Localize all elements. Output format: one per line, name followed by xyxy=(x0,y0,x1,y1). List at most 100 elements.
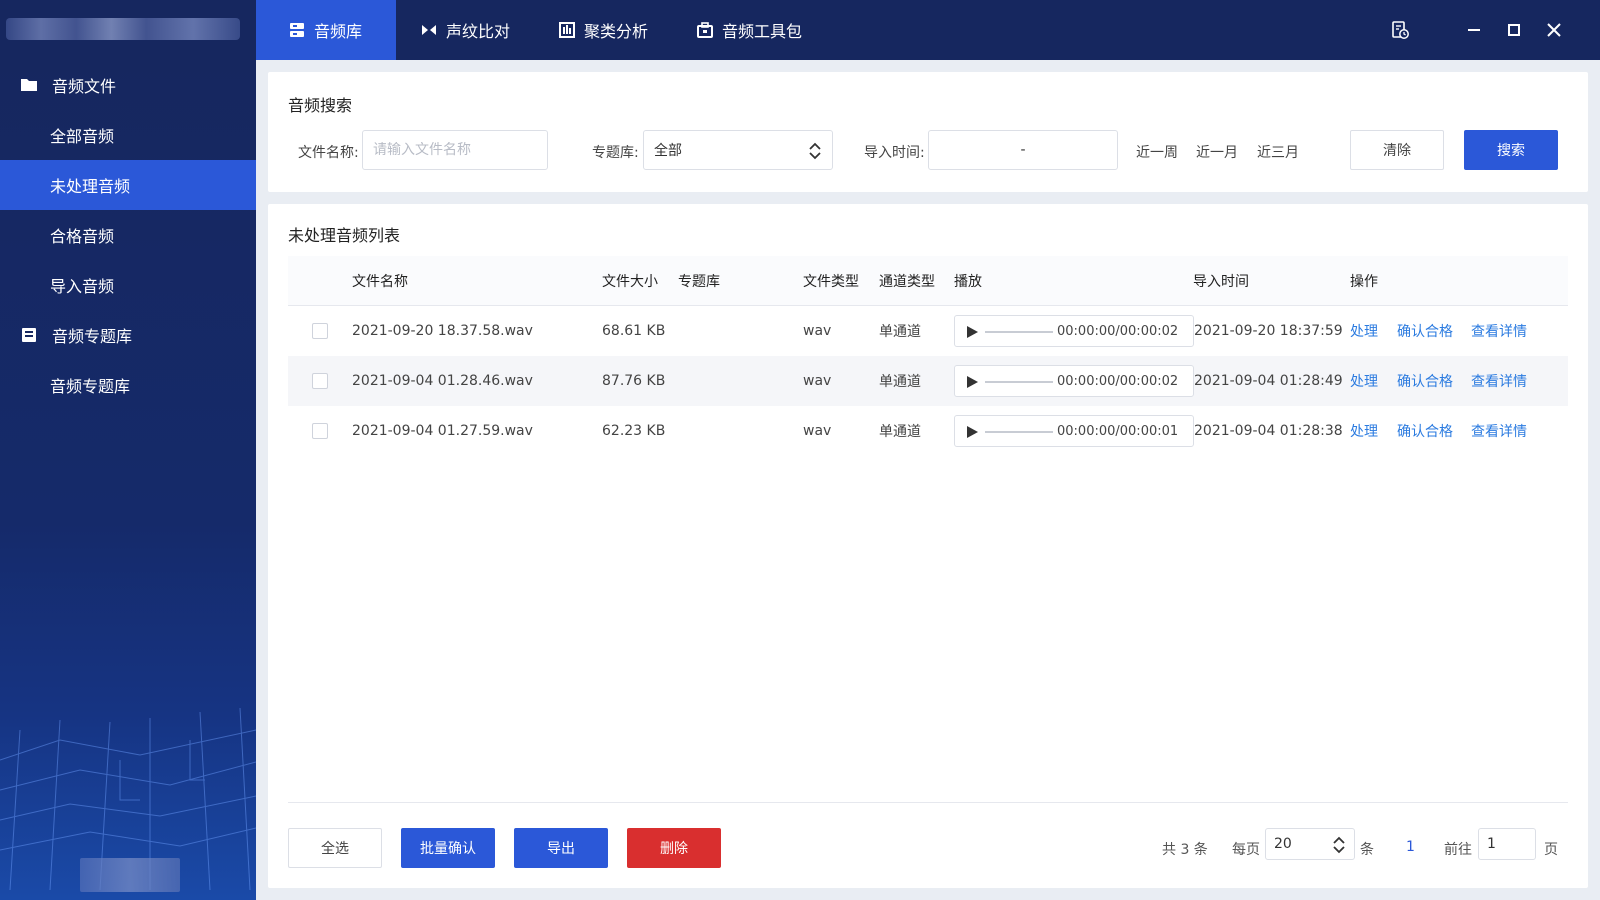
quick-last-month[interactable]: 近一月 xyxy=(1196,142,1238,162)
topic-label: 专题库: xyxy=(592,145,639,161)
row-filetype: wav xyxy=(803,373,832,389)
search-panel: 音频搜索 文件名称: 专题库: 全部 导入时间: - 近一周 近一月 近三月 清… xyxy=(268,72,1588,192)
nav-tab-audio-library[interactable]: 音频库 xyxy=(256,0,396,60)
table-row: 2021-09-04 01.28.46.wav 87.76 KB wav 单通道… xyxy=(288,356,1568,406)
pager-goto-unit: 页 xyxy=(1544,842,1558,858)
pager-per-page-unit: 条 xyxy=(1360,842,1374,858)
close-icon xyxy=(1547,23,1561,37)
clear-button[interactable]: 清除 xyxy=(1350,130,1444,170)
import-time-label: 导入时间: xyxy=(864,145,925,161)
footer-divider xyxy=(288,802,1568,803)
maximize-button[interactable] xyxy=(1494,0,1534,60)
sidebar-item-qualified-audio[interactable]: 合格音频 xyxy=(0,210,256,260)
search-panel-title: 音频搜索 xyxy=(288,96,353,115)
row-filesize: 87.76 KB xyxy=(602,373,666,389)
process-link[interactable]: 处理 xyxy=(1350,306,1378,356)
import-date-range[interactable]: - xyxy=(928,130,1118,170)
table-row: 2021-09-04 01.27.59.wav 62.23 KB wav 单通道… xyxy=(288,406,1568,456)
audio-player: 00:00:00/00:00:01 xyxy=(954,415,1194,447)
filename-field[interactable] xyxy=(362,130,548,170)
confirm-qualified-link[interactable]: 确认合格 xyxy=(1397,306,1453,356)
sidebar-group-label: 音频专题库 xyxy=(52,327,133,346)
play-time: 00:00:00/00:00:02 xyxy=(1057,323,1179,339)
pager-goto-label: 前往 xyxy=(1444,842,1472,858)
sidebar-item-label: 导入音频 xyxy=(50,277,115,296)
row-filetype: wav xyxy=(803,323,832,339)
seek-track[interactable] xyxy=(985,431,1053,433)
filename-input[interactable] xyxy=(373,142,537,158)
process-link[interactable]: 处理 xyxy=(1350,406,1378,456)
select-all-button[interactable]: 全选 xyxy=(288,828,382,868)
sidebar-group-audio-files[interactable]: 音频文件 xyxy=(0,60,256,110)
row-filesize: 68.61 KB xyxy=(602,323,666,339)
confirm-qualified-link[interactable]: 确认合格 xyxy=(1397,406,1453,456)
main-nav: 音频库 声纹比对 聚类分析 音频工具包 xyxy=(256,0,826,60)
col-filetype: 文件类型 xyxy=(803,274,859,290)
nav-tab-audio-toolkit[interactable]: 音频工具包 xyxy=(672,0,826,60)
per-page-value: 20 xyxy=(1274,836,1292,852)
folder-icon xyxy=(20,76,38,94)
col-filesize: 文件大小 xyxy=(602,274,658,290)
sidebar-item-label: 合格音频 xyxy=(50,227,115,246)
close-button[interactable] xyxy=(1534,0,1574,60)
pager-total: 共 3 条 xyxy=(1162,842,1208,858)
col-filename: 文件名称 xyxy=(352,274,408,290)
row-checkbox[interactable] xyxy=(312,323,328,339)
table-header: 文件名称 文件大小 专题库 文件类型 通道类型 播放 导入时间 操作 xyxy=(288,256,1568,306)
sidebar-item-import-audio[interactable]: 导入音频 xyxy=(0,260,256,310)
confirm-qualified-link[interactable]: 确认合格 xyxy=(1397,356,1453,406)
play-time: 00:00:00/00:00:02 xyxy=(1057,373,1179,389)
page-number-current[interactable]: 1 xyxy=(1406,839,1415,855)
row-filetype: wav xyxy=(803,423,832,439)
history-button[interactable] xyxy=(1380,0,1420,60)
play-time: 00:00:00/00:00:01 xyxy=(1057,423,1179,439)
seek-track[interactable] xyxy=(985,381,1053,383)
view-detail-link[interactable]: 查看详情 xyxy=(1471,356,1527,406)
delete-button[interactable]: 删除 xyxy=(627,828,721,868)
search-button[interactable]: 搜索 xyxy=(1464,130,1558,170)
row-filename: 2021-09-04 01.28.46.wav xyxy=(352,373,533,389)
col-ops: 操作 xyxy=(1350,274,1378,290)
sidebar-item-unprocessed-audio[interactable]: 未处理音频 xyxy=(0,160,256,210)
bar-chart-icon xyxy=(558,21,576,39)
audio-list-panel: 未处理音频列表 文件名称 文件大小 专题库 文件类型 通道类型 播放 导入时间 … xyxy=(268,204,1588,888)
sidebar-item-topic-library[interactable]: 音频专题库 xyxy=(0,360,256,410)
row-filesize: 62.23 KB xyxy=(602,423,666,439)
filename-label: 文件名称: xyxy=(298,145,359,161)
row-filename: 2021-09-04 01.27.59.wav xyxy=(352,423,533,439)
sidebar-group-audio-topics[interactable]: 音频专题库 xyxy=(0,310,256,360)
database-icon xyxy=(288,21,306,39)
audio-player: 00:00:00/00:00:02 xyxy=(954,365,1194,397)
nav-tab-cluster-analysis[interactable]: 聚类分析 xyxy=(534,0,672,60)
per-page-select[interactable]: 20 xyxy=(1265,828,1355,860)
view-detail-link[interactable]: 查看详情 xyxy=(1471,406,1527,456)
quick-last-three-months[interactable]: 近三月 xyxy=(1257,142,1299,162)
pager-per-page-label: 每页 xyxy=(1232,842,1260,858)
quick-last-week[interactable]: 近一周 xyxy=(1136,142,1178,162)
play-icon[interactable] xyxy=(965,425,979,439)
batch-confirm-button[interactable]: 批量确认 xyxy=(401,828,495,868)
goto-page-input[interactable]: 1 xyxy=(1478,828,1536,860)
process-link[interactable]: 处理 xyxy=(1350,356,1378,406)
col-topic: 专题库 xyxy=(678,274,720,290)
sidebar-item-all-audio[interactable]: 全部音频 xyxy=(0,110,256,160)
seek-track[interactable] xyxy=(985,331,1053,333)
col-play: 播放 xyxy=(954,274,982,290)
play-icon[interactable] xyxy=(965,375,979,389)
topic-select[interactable]: 全部 xyxy=(643,130,833,170)
updown-arrow-icon xyxy=(809,142,821,160)
nav-tab-voiceprint-compare[interactable]: 声纹比对 xyxy=(396,0,534,60)
export-button[interactable]: 导出 xyxy=(514,828,608,868)
col-import-time: 导入时间 xyxy=(1193,274,1249,290)
nav-tab-label: 声纹比对 xyxy=(446,22,511,41)
sidebar-item-label: 全部音频 xyxy=(50,127,115,146)
maximize-icon xyxy=(1508,24,1520,36)
row-checkbox[interactable] xyxy=(312,373,328,389)
row-checkbox[interactable] xyxy=(312,423,328,439)
minimize-icon xyxy=(1468,29,1480,31)
play-icon[interactable] xyxy=(965,325,979,339)
table-row: 2021-09-20 18.37.58.wav 68.61 KB wav 单通道… xyxy=(288,306,1568,356)
minimize-button[interactable] xyxy=(1454,0,1494,60)
view-detail-link[interactable]: 查看详情 xyxy=(1471,306,1527,356)
nav-tab-label: 音频工具包 xyxy=(722,22,803,41)
